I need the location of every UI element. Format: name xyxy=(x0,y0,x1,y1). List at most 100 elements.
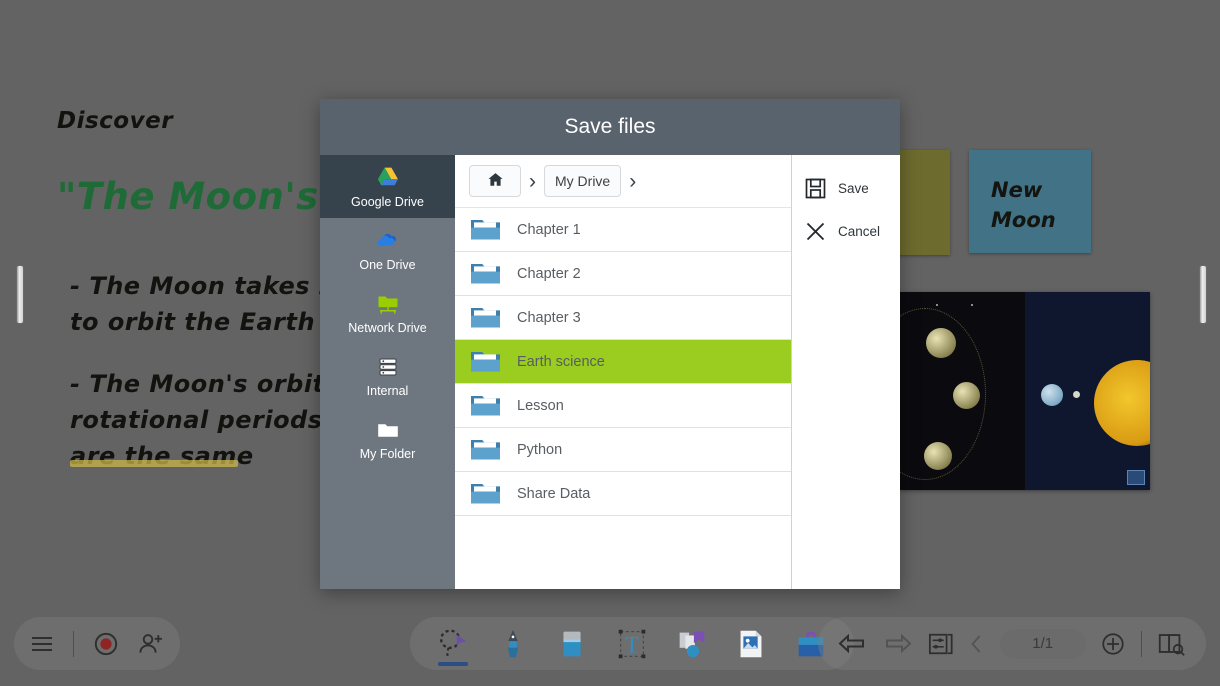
folder-icon xyxy=(470,349,501,374)
cancel-button[interactable]: Cancel xyxy=(792,210,900,253)
breadcrumb-home-button[interactable] xyxy=(469,165,521,197)
close-x-icon xyxy=(804,220,827,243)
sticky-note-teal-text: New Moon xyxy=(991,175,1056,235)
sidebar-item-label: Internal xyxy=(367,384,409,398)
tools-toolbar: T xyxy=(410,617,854,670)
image-insert-icon xyxy=(732,625,770,663)
moon-phase-icon xyxy=(953,382,980,409)
svg-text:T: T xyxy=(625,632,639,657)
sidebar-item-label: Google Drive xyxy=(351,195,424,209)
breadcrumb-separator-icon: › xyxy=(529,171,536,192)
sidebar-item-label: One Drive xyxy=(359,258,415,272)
file-list-item[interactable]: Lesson xyxy=(455,384,791,428)
ink-heading: Discover xyxy=(57,108,173,134)
file-browser-pane: › My Drive › Chapter 1 xyxy=(455,155,792,589)
whiteboard-app: Discover "The Moon's ... - The Moon take… xyxy=(0,0,1220,686)
sidebar-item-one-drive[interactable]: One Drive xyxy=(320,218,455,281)
lasso-select-icon xyxy=(434,625,472,663)
file-name: Python xyxy=(517,442,562,458)
menu-button[interactable] xyxy=(29,631,55,657)
sun-icon xyxy=(1094,360,1150,446)
save-button-label: Save xyxy=(838,181,869,196)
moon-phase-icon xyxy=(924,442,952,470)
folder-icon xyxy=(470,217,501,242)
pen-tool[interactable] xyxy=(492,623,534,665)
page-overview-button[interactable] xyxy=(1156,630,1186,657)
image-tool[interactable] xyxy=(730,623,772,665)
chevron-left-icon xyxy=(969,632,985,656)
ink-bullet1-line1: - The Moon takes 2 xyxy=(70,272,336,300)
fountain-pen-icon xyxy=(494,625,532,663)
breadcrumb-item-my-drive[interactable]: My Drive xyxy=(544,165,621,197)
add-user-button[interactable] xyxy=(137,631,165,657)
ink-bullet2-line2: rotational periods xyxy=(70,406,323,434)
folder-icon xyxy=(470,437,501,462)
file-list-item[interactable]: Chapter 1 xyxy=(455,208,791,252)
cancel-button-label: Cancel xyxy=(838,224,880,239)
hamburger-menu-icon xyxy=(29,631,55,657)
folder-icon xyxy=(470,481,501,506)
earth-icon xyxy=(1041,384,1063,406)
file-list-item[interactable]: Chapter 3 xyxy=(455,296,791,340)
save-button[interactable]: Save xyxy=(792,167,900,210)
save-files-dialog: Save files Google Drive xyxy=(320,99,900,589)
dialog-header: Save files xyxy=(320,99,900,155)
canvas-scrollbar-left[interactable] xyxy=(16,265,24,324)
breadcrumb: › My Drive › xyxy=(455,155,791,208)
folder-icon xyxy=(375,417,401,443)
onedrive-cloud-icon xyxy=(375,228,401,254)
text-tool[interactable]: T xyxy=(611,623,653,665)
moon-phase-icon xyxy=(926,328,956,358)
redo-arrow-icon xyxy=(882,631,912,657)
record-dot-icon xyxy=(93,631,119,657)
add-person-icon xyxy=(137,631,165,657)
ink-highlighter-stroke xyxy=(70,460,238,467)
toolbar-divider xyxy=(1141,631,1142,657)
sidebar-item-network-drive[interactable]: Network Drive xyxy=(320,281,455,344)
undo-arrow-icon xyxy=(838,631,868,657)
sidebar-item-my-folder[interactable]: My Folder xyxy=(320,407,455,470)
space-illustration-image[interactable] xyxy=(900,292,1150,490)
file-list-item[interactable]: Python xyxy=(455,428,791,472)
shapes-tool[interactable] xyxy=(671,623,713,665)
moon-icon xyxy=(1073,391,1080,398)
file-name: Share Data xyxy=(517,486,590,502)
previous-page-button[interactable] xyxy=(969,632,985,656)
dialog-body: Google Drive One Drive xyxy=(320,155,900,589)
record-button[interactable] xyxy=(93,631,119,657)
sidebar-item-label: My Folder xyxy=(360,447,416,461)
page-settings-button[interactable] xyxy=(927,631,955,657)
redo-button[interactable] xyxy=(882,631,912,657)
folder-icon xyxy=(470,305,501,330)
text-box-icon: T xyxy=(613,625,651,663)
file-list-item[interactable]: Chapter 2 xyxy=(455,252,791,296)
file-name: Earth science xyxy=(517,354,605,370)
file-name: Chapter 2 xyxy=(517,266,581,282)
ink-bullet2-line1: - The Moon's orbita xyxy=(70,370,341,398)
sun-earth-moon-panel xyxy=(1025,292,1150,490)
floppy-disk-icon xyxy=(804,177,827,200)
file-list-item[interactable]: Share Data xyxy=(455,472,791,516)
dialog-title: Save files xyxy=(564,115,655,139)
sidebar-item-internal[interactable]: Internal xyxy=(320,344,455,407)
canvas-scrollbar-right[interactable] xyxy=(1199,265,1207,324)
eraser-tool[interactable] xyxy=(551,623,593,665)
page-indicator[interactable]: 1/1 xyxy=(1000,629,1086,659)
file-list-item-selected[interactable]: Earth science xyxy=(455,340,791,384)
lasso-select-tool[interactable] xyxy=(432,623,474,665)
folder-icon xyxy=(470,261,501,286)
network-drive-icon xyxy=(375,291,401,317)
page-toolbar: 1/1 xyxy=(818,617,1206,670)
file-name: Lesson xyxy=(517,398,564,414)
sidebar-item-google-drive[interactable]: Google Drive xyxy=(320,155,455,218)
dialog-actions-pane: Save Cancel xyxy=(792,155,900,589)
plus-circle-icon xyxy=(1100,631,1126,657)
undo-button[interactable] xyxy=(838,631,868,657)
eraser-icon xyxy=(553,625,591,663)
internal-storage-icon xyxy=(375,354,401,380)
add-page-button[interactable] xyxy=(1100,631,1126,657)
moon-phases-panel xyxy=(900,292,1025,490)
breadcrumb-separator-icon: › xyxy=(629,171,636,192)
page-settings-icon xyxy=(927,631,955,657)
sticky-note-teal[interactable]: New Moon xyxy=(969,150,1091,253)
